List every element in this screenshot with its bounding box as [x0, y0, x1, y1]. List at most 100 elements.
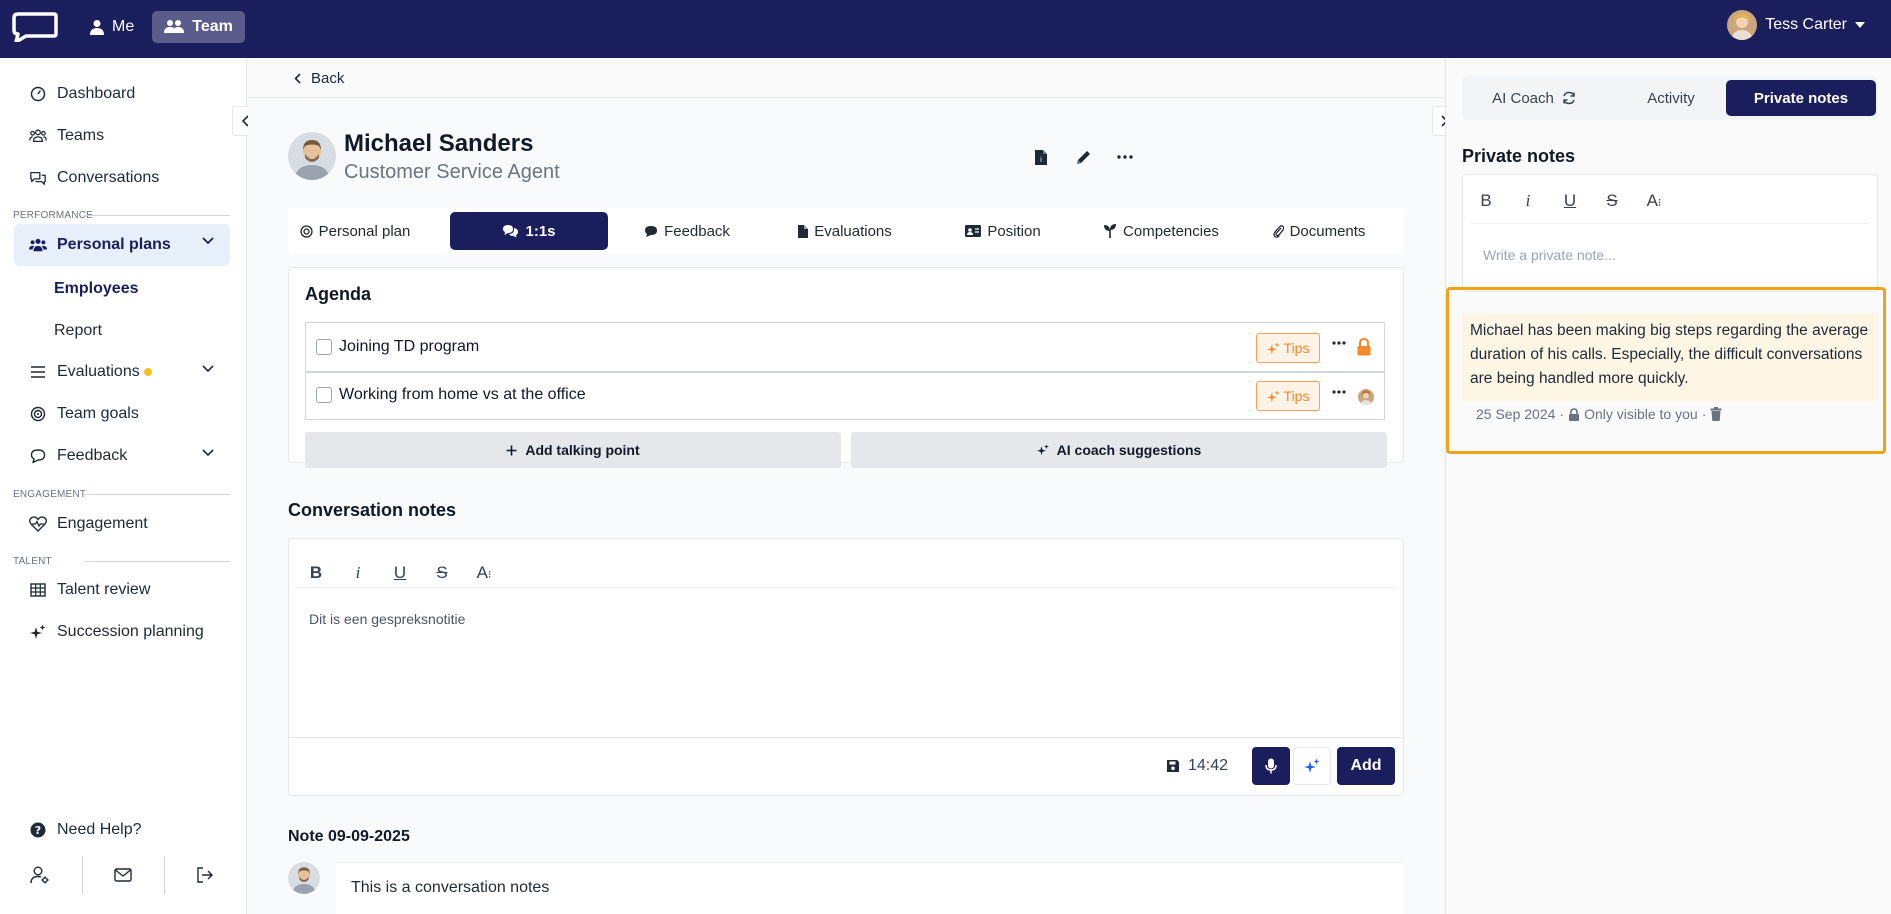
tab-label: 1:1s — [525, 222, 556, 240]
top-nav-me[interactable]: Me — [78, 11, 146, 43]
app-logo-icon[interactable] — [12, 12, 58, 42]
agenda-card: Agenda Joining TD program Tips Working f… — [288, 267, 1404, 468]
add-talking-point-button[interactable]: Add talking point — [305, 432, 841, 468]
sidebar-subitem-report[interactable]: Report — [54, 322, 102, 340]
tips-button[interactable]: Tips — [1256, 381, 1320, 411]
sidebar-item-label: Team goals — [57, 405, 139, 422]
bold-icon[interactable]: B — [295, 563, 337, 583]
sidebar-item-label: Engagement — [57, 515, 148, 532]
grid-icon — [29, 581, 47, 599]
tab-evaluations[interactable]: Evaluations — [766, 212, 924, 250]
tab-1on1s[interactable]: 1:1s — [450, 212, 608, 250]
underline-icon[interactable]: U — [1549, 191, 1591, 211]
chevron-left-icon — [294, 73, 301, 84]
sidebar-item-feedback[interactable]: Feedback — [14, 436, 230, 476]
back-button[interactable]: Back — [294, 70, 344, 87]
tab-personal-plan[interactable]: Personal plan — [288, 212, 422, 250]
caret-down-icon — [1855, 22, 1865, 28]
private-note-input[interactable]: Write a private note... — [1483, 247, 1616, 263]
team-icon — [29, 127, 47, 145]
tab-private-notes[interactable]: Private notes — [1726, 80, 1876, 116]
agenda-item-checkbox[interactable] — [316, 387, 332, 403]
tab-label: Personal plan — [318, 222, 411, 240]
sidebar-item-evaluations[interactable]: Evaluations — [14, 352, 230, 392]
underline-icon[interactable]: U — [379, 563, 421, 583]
sidebar-item-personal-plans[interactable]: Personal plans — [14, 224, 230, 266]
top-nav-team[interactable]: Team — [152, 11, 245, 43]
tips-button[interactable]: Tips — [1256, 333, 1320, 363]
sidebar-item-talent-review[interactable]: Talent review — [14, 570, 230, 610]
lock-icon[interactable] — [1356, 338, 1374, 356]
file-icon — [798, 224, 809, 238]
sidebar-item-dashboard[interactable]: Dashboard — [14, 74, 230, 114]
notification-dot — [143, 368, 152, 376]
sidebar-item-team-goals[interactable]: Team goals — [14, 394, 230, 434]
sparkles-icon — [1266, 341, 1280, 355]
sparkles-icon — [29, 623, 47, 641]
add-note-button[interactable]: Add — [1337, 747, 1395, 785]
user-menu[interactable]: Tess Carter — [1727, 10, 1865, 40]
sidebar-subitem-employees[interactable]: Employees — [54, 280, 138, 298]
ai-coach-suggestions-button[interactable]: AI coach suggestions — [851, 432, 1387, 468]
tab-competencies[interactable]: Competencies — [1082, 212, 1240, 250]
sidebar-item-engagement[interactable]: Engagement — [14, 504, 230, 544]
tab-feedback[interactable]: Feedback — [608, 212, 766, 250]
toolbar-divider — [295, 587, 1397, 588]
tab-ai-coach[interactable]: AI Coach — [1466, 80, 1602, 116]
more-options-icon[interactable] — [1332, 341, 1346, 345]
strikethrough-icon[interactable]: S — [421, 563, 463, 583]
seedling-icon — [1103, 224, 1117, 238]
sidebar-item-teams[interactable]: Teams — [14, 116, 230, 156]
italic-icon[interactable]: i — [337, 563, 379, 583]
note-author-avatar — [288, 862, 320, 894]
agenda-item[interactable]: Joining TD program Tips — [305, 322, 1385, 372]
section-divider — [84, 215, 230, 216]
tab-activity[interactable]: Activity — [1606, 80, 1736, 116]
editor-toolbar: B i U S A⁝ — [1465, 191, 1675, 211]
note-title: Note 09-09-2025 — [288, 828, 410, 845]
sidebar-item-label: Feedback — [57, 447, 128, 464]
microphone-button[interactable] — [1252, 747, 1290, 785]
logout-icon[interactable] — [196, 867, 214, 883]
microphone-icon — [1265, 758, 1277, 774]
heart-pulse-icon — [29, 515, 47, 533]
sidebar-item-label: Succession planning — [57, 623, 204, 640]
plus-icon — [506, 445, 517, 456]
top-bar: Me Team Tess Carter — [0, 0, 1891, 58]
note-text: This is a conversation notes — [351, 879, 550, 896]
conversation-notes-content[interactable]: Dit is een gespreksnotitie — [309, 611, 465, 627]
envelope-icon[interactable] — [114, 868, 132, 882]
sidebar-item-label: Evaluations — [57, 363, 152, 381]
employee-role: Customer Service Agent — [344, 161, 560, 183]
tab-label: Documents — [1289, 222, 1366, 240]
user-settings-icon[interactable] — [30, 866, 50, 884]
section-divider — [84, 494, 230, 495]
tab-position[interactable]: Position — [924, 212, 1082, 250]
main-content: Back Michael Sanders Customer Service Ag… — [248, 58, 1444, 914]
sidebar: Dashboard Teams Conversations PERFORMANC… — [0, 58, 247, 914]
font-size-icon[interactable]: A⁝ — [463, 563, 505, 583]
sidebar-item-succession-planning[interactable]: Succession planning — [14, 612, 230, 652]
user-avatar — [1727, 10, 1758, 40]
file-export-icon[interactable]: i — [1032, 148, 1050, 166]
chevron-down-icon — [202, 237, 214, 245]
agenda-item-checkbox[interactable] — [316, 339, 332, 355]
user-name: Tess Carter — [1765, 16, 1847, 33]
ai-assist-button[interactable] — [1293, 747, 1331, 785]
toolbar-divider — [1471, 223, 1869, 224]
editor-footer: 14:42 Add — [289, 737, 1403, 795]
button-label: AI coach suggestions — [1056, 442, 1202, 458]
bold-icon[interactable]: B — [1465, 191, 1507, 211]
team-icon — [164, 19, 185, 35]
list-icon — [29, 363, 47, 381]
font-size-icon[interactable]: A⁝ — [1633, 191, 1675, 211]
tab-documents[interactable]: Documents — [1240, 212, 1398, 250]
italic-icon[interactable]: i — [1507, 191, 1549, 211]
agenda-title: Agenda — [305, 284, 372, 304]
pencil-icon[interactable] — [1074, 148, 1092, 166]
more-options-icon[interactable] — [1116, 148, 1134, 166]
strikethrough-icon[interactable]: S — [1591, 191, 1633, 211]
more-options-icon[interactable] — [1332, 390, 1346, 394]
agenda-item[interactable]: Working from home vs at the office Tips — [305, 372, 1385, 420]
sidebar-item-conversations[interactable]: Conversations — [14, 158, 230, 198]
